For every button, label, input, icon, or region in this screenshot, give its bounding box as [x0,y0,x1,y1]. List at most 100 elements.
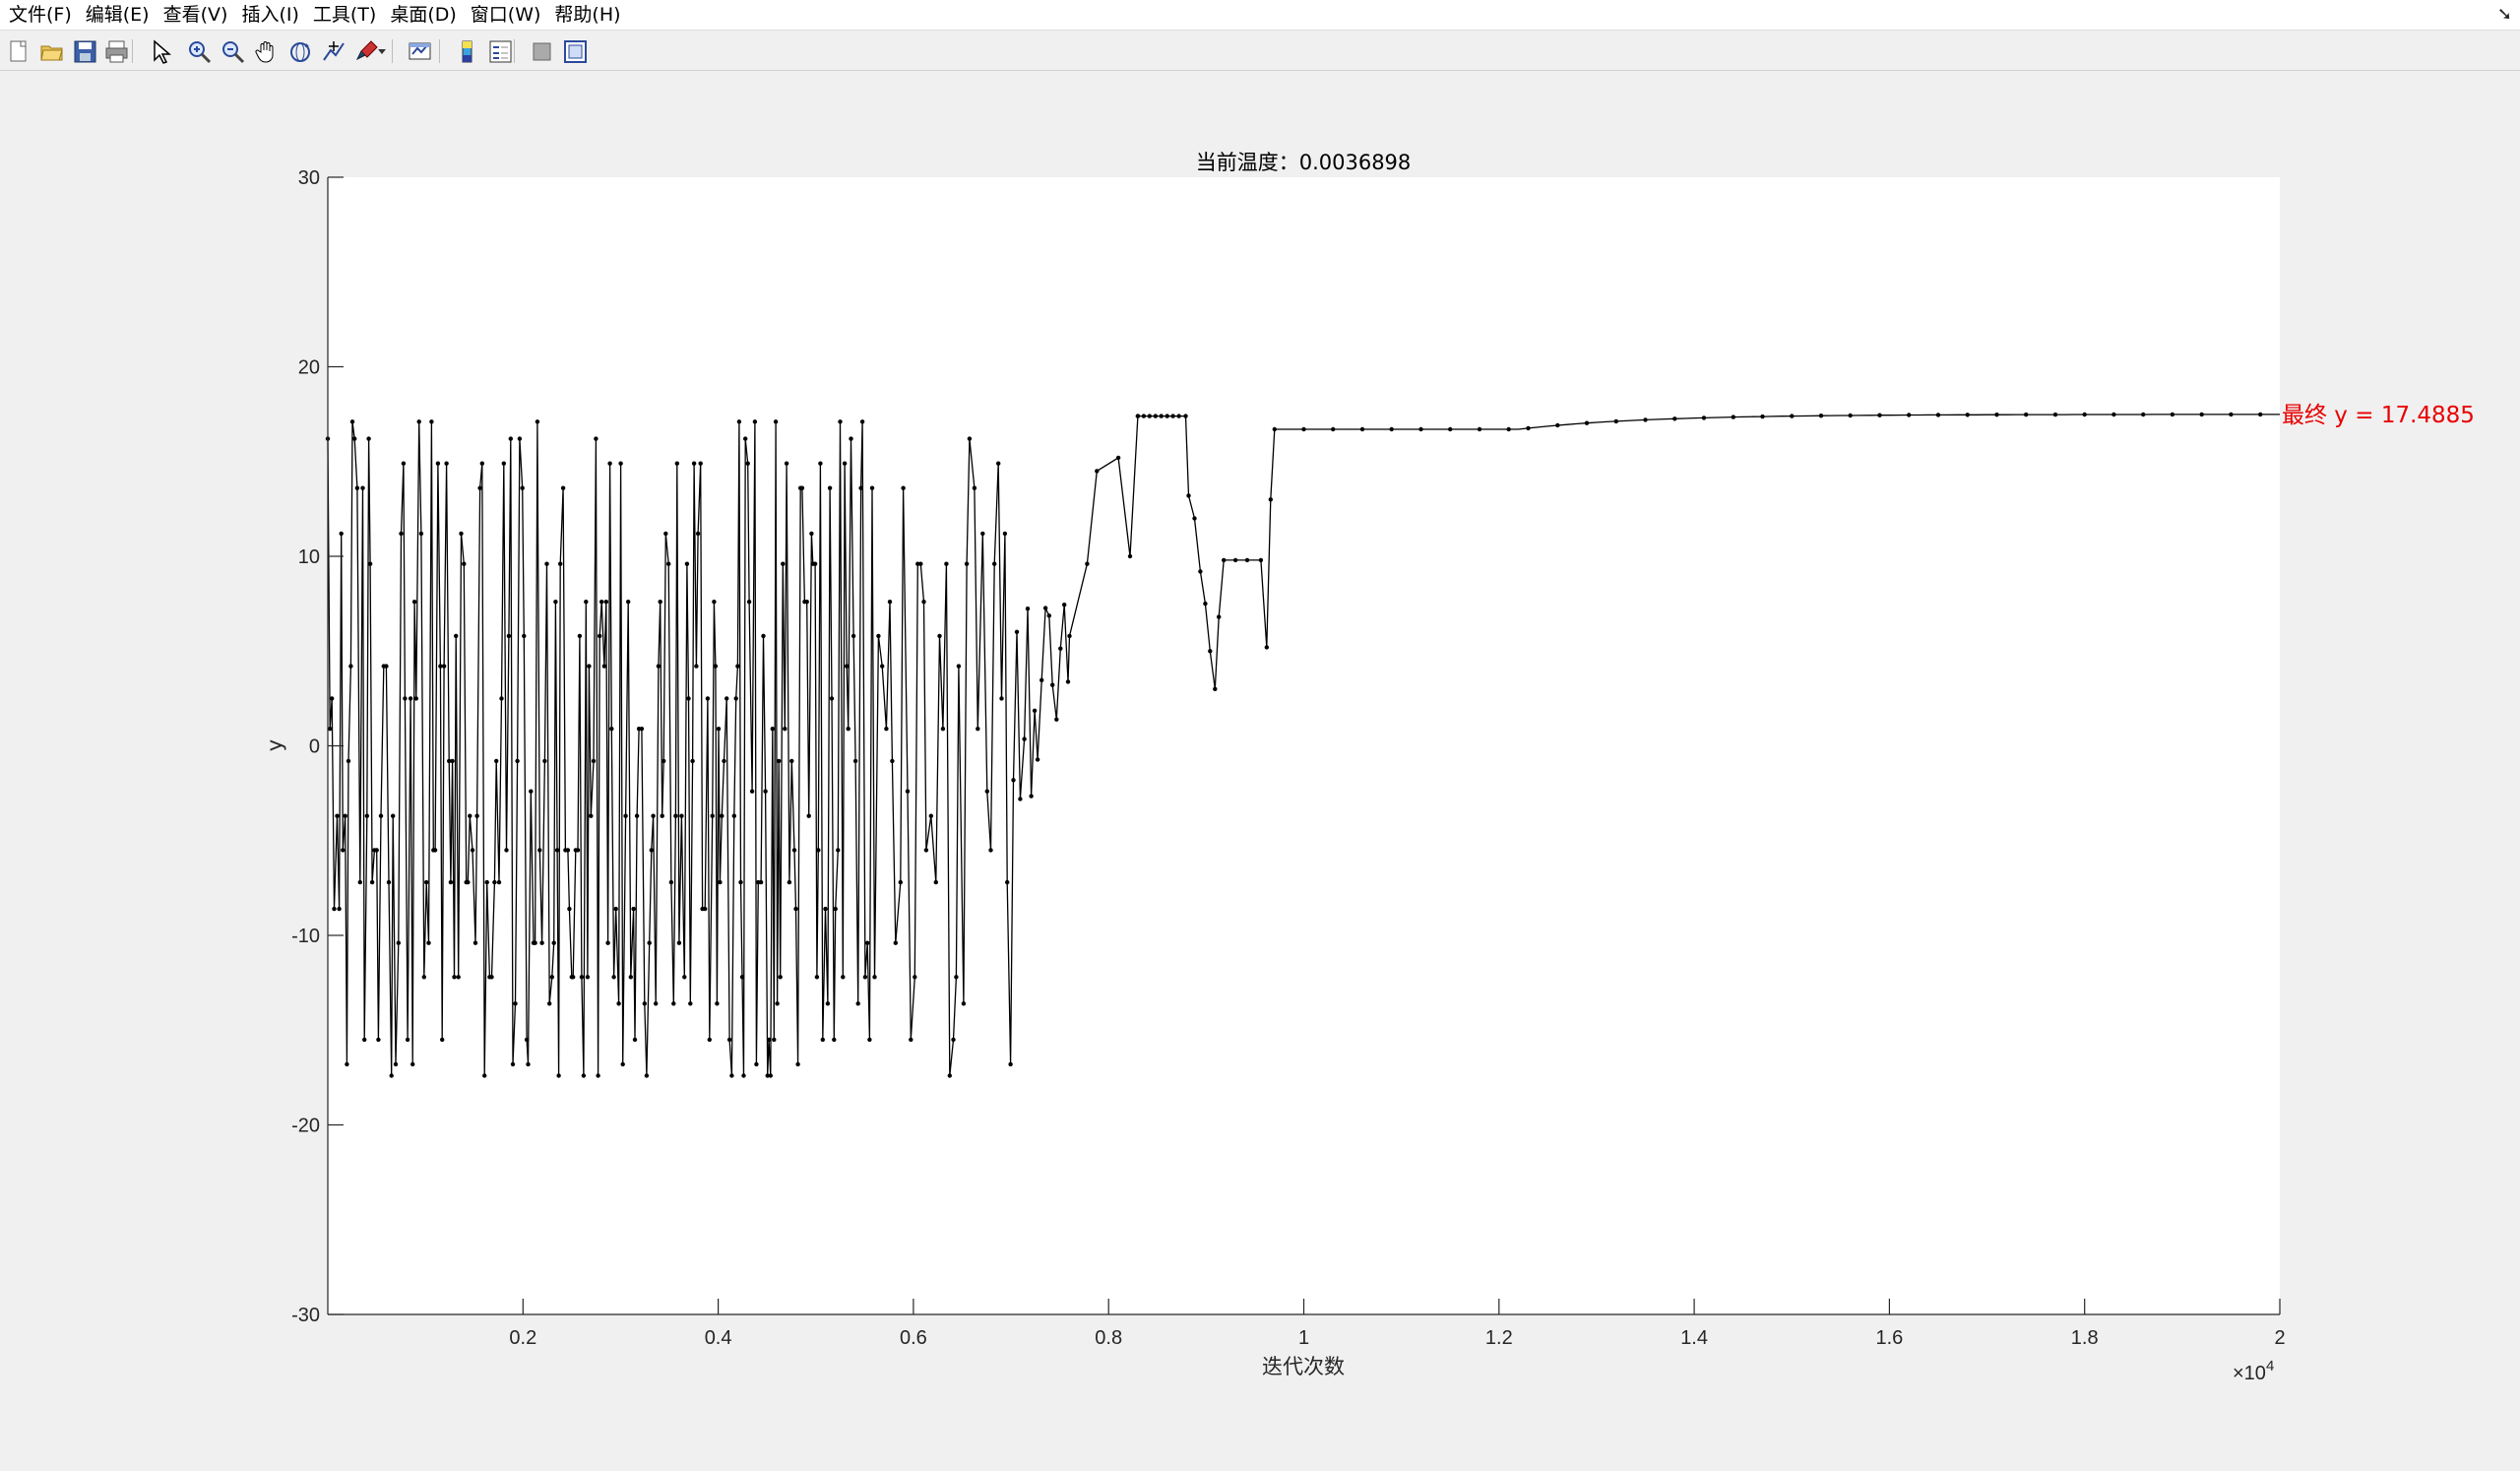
menu-item-1[interactable]: 编辑(E) [83,0,160,31]
data-point [832,1037,837,1043]
data-point [775,1001,780,1006]
new-figure-icon [10,40,26,61]
chart-title: 当前温度：0.0036898 [1196,151,1412,174]
data-point [591,758,597,764]
data-point [694,664,699,669]
data-point [722,758,726,764]
data-point [1127,553,1133,559]
data-point [923,848,929,853]
data-point [1170,414,1175,418]
data-point [1085,561,1090,566]
legend-button[interactable] [486,37,514,65]
menu-item-3[interactable]: 插入(I) [238,0,309,31]
data-point [462,561,467,566]
x-axis-exponent: ×104 [2233,1358,2274,1384]
toolbar-separator [392,39,393,63]
data-point [787,879,792,885]
data-point [1032,708,1038,713]
data-point [858,485,863,490]
toolbar-separator [439,39,440,63]
data-point [668,879,674,885]
menu-bar: 文件(F) 编辑(E) 查看(V) 插入(I) 工具(T) 桌面(D) 窗口(W) 帮助(H) [0,0,2520,31]
x-tick-label: 0.6 [900,1327,927,1349]
data-point [539,940,544,945]
data-point [1790,414,1795,418]
data-point [761,633,766,639]
data-point [452,975,457,980]
select-arrow-button[interactable] [146,37,173,65]
data-point [806,813,811,818]
menu-item-7[interactable]: 帮助(H) [551,0,631,31]
data-point [411,600,417,605]
zoom-out-button[interactable] [219,37,246,65]
data-point [620,1061,625,1067]
data-point [1258,557,1264,563]
data-point [777,758,782,764]
x-tick-label: 0.2 [509,1327,536,1349]
data-point [1050,682,1055,687]
data-point [386,879,392,885]
show-plot-tools-button[interactable] [561,37,589,65]
menu-item-5[interactable]: 桌面(D) [387,0,467,31]
brush-dropdown-button[interactable] [376,37,388,65]
data-point [676,940,682,945]
data-point [454,633,459,639]
data-point [348,664,353,669]
data-point [401,461,407,466]
data-point [596,1073,600,1078]
data-point [328,727,333,732]
data-point [535,419,540,424]
menu-item-4[interactable]: 工具(T) [310,0,387,31]
data-point [513,1001,518,1006]
toolbar-separator [132,39,133,63]
menu-item-6[interactable]: 窗口(W) [468,0,552,31]
open-file-button[interactable] [37,37,65,65]
data-point [666,561,671,566]
data-point [862,975,868,980]
data-point [698,461,703,466]
data-point [547,1001,552,1006]
data-point [472,940,478,945]
data-point [715,1001,720,1006]
data-point [947,1073,952,1078]
hide-plot-tools-button[interactable] [528,37,555,65]
data-point [658,600,662,605]
data-point [967,436,973,441]
save-button[interactable] [71,37,98,65]
data-point [393,1061,399,1067]
data-point [743,436,748,441]
data-point [1192,516,1197,521]
data-point [772,1037,777,1043]
data-point [880,664,885,669]
data-point [859,419,865,424]
menu-item-0[interactable]: 文件(F) [6,0,83,31]
data-point [1907,413,1912,417]
data-point [642,1001,647,1006]
data-point [695,531,701,537]
data-cursor-button[interactable] [319,37,346,65]
pan-hand-button[interactable] [252,37,280,65]
data-point [972,485,977,490]
data-point [632,1037,638,1043]
data-point [332,906,337,912]
data-point [838,419,843,424]
rotate-3d-button[interactable] [285,37,313,65]
data-point [542,758,547,764]
print-button[interactable] [102,37,130,65]
data-point [766,1037,772,1043]
data-point [1058,646,1063,651]
data-point [1643,417,1648,422]
zoom-in-button[interactable] [185,37,213,65]
undock-arrow-icon[interactable]: ➘ [2497,4,2512,25]
data-point [529,789,534,794]
menu-item-2[interactable]: 查看(V) [160,0,239,31]
data-point [335,813,340,818]
x-exponent-base: ×10 [2233,1363,2266,1384]
colorbar-button[interactable] [453,37,480,65]
data-point [984,789,989,794]
new-figure-button[interactable] [4,37,32,65]
data-point [337,906,342,912]
data-point [399,531,404,537]
link-plot-button[interactable] [406,37,433,65]
data-point [656,664,662,669]
